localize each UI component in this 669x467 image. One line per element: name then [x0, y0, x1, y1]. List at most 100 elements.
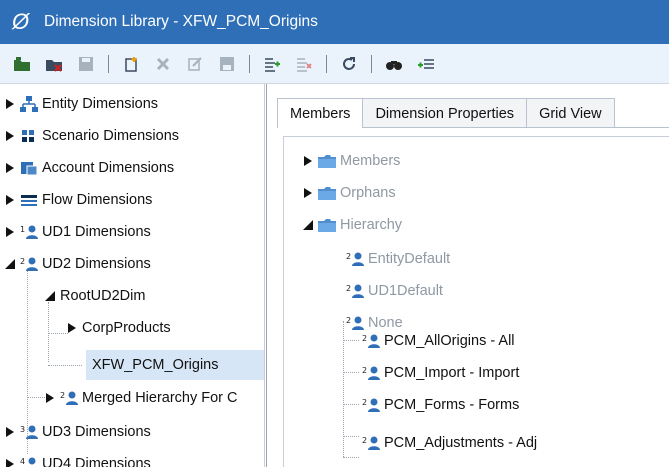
- tree-connector: [343, 457, 359, 458]
- svg-text:2: 2: [346, 316, 351, 325]
- tree-connector: [343, 436, 359, 437]
- member-node-hierarchy[interactable]: Hierarchy: [302, 211, 402, 239]
- member-pcm-allorigins[interactable]: 2 PCM_AllOrigins - All: [362, 327, 515, 355]
- folder-icon: [318, 185, 336, 201]
- expand-arrow-icon[interactable]: [4, 98, 16, 110]
- ud3-user-dimension-icon: 3: [20, 424, 38, 440]
- member-node-orphans[interactable]: Orphans: [302, 179, 396, 207]
- delete-icon[interactable]: [151, 52, 175, 76]
- expand-arrow-icon[interactable]: [302, 187, 314, 199]
- svg-text:3: 3: [20, 425, 25, 434]
- svg-text:1: 1: [20, 225, 25, 234]
- tree-connector: [343, 404, 359, 405]
- dimension-tree: Entity Dimensions Scenario Dimensions Ac…: [0, 84, 265, 467]
- tree-item-account-dimensions[interactable]: Account Dimensions: [4, 154, 174, 182]
- title-bar: Ø Dimension Library - XFW_PCM_Origins: [0, 0, 669, 44]
- toolbar-separator: [326, 54, 327, 73]
- tree-item-rootud2dim[interactable]: RootUD2Dim: [44, 282, 145, 310]
- svg-text:2: 2: [346, 284, 351, 293]
- expand-arrow-icon[interactable]: [4, 426, 16, 438]
- tree-item-xfw-pcm-origins[interactable]: XFW_PCM_Origins: [86, 350, 264, 380]
- tree-connector: [343, 372, 359, 373]
- tree-item-ud3-dimensions[interactable]: 3 UD3 Dimensions: [4, 418, 151, 446]
- member-pcm-import[interactable]: 2 PCM_Import - Import: [362, 359, 519, 387]
- search-icon[interactable]: [382, 52, 406, 76]
- tree-connector: [48, 365, 82, 366]
- tree-item-entity-dimensions[interactable]: Entity Dimensions: [4, 90, 158, 118]
- expand-arrow-icon[interactable]: [4, 130, 16, 142]
- tree-item-corpproducts[interactable]: CorpProducts: [66, 314, 171, 342]
- tree-connector: [343, 340, 359, 341]
- members-tree: Members Orphans Hierarchy 2 EntityDefaul…: [283, 136, 669, 467]
- member-pcm-forms[interactable]: 2 PCM_Forms - Forms: [362, 391, 519, 419]
- expand-arrow-icon[interactable]: [4, 458, 16, 467]
- save-as-icon[interactable]: [215, 52, 239, 76]
- tab-dimension-properties[interactable]: Dimension Properties: [362, 98, 528, 128]
- ud1-user-dimension-icon: 1: [20, 224, 38, 240]
- ud2-member-icon: 2: [346, 283, 364, 299]
- tree-item-scenario-dimensions[interactable]: Scenario Dimensions: [4, 122, 179, 150]
- delete-folder-icon[interactable]: [42, 52, 66, 76]
- expand-arrow-icon[interactable]: [4, 162, 16, 174]
- expand-arrow-icon[interactable]: [4, 194, 16, 206]
- open-folder-icon[interactable]: [10, 52, 34, 76]
- edit-icon[interactable]: [183, 52, 207, 76]
- add-rows-icon[interactable]: [414, 52, 438, 76]
- svg-text:2: 2: [362, 436, 367, 445]
- tree-item-ud4-dimensions[interactable]: 4 UD4 Dimensions: [4, 450, 151, 467]
- toolbar: [0, 44, 669, 84]
- toolbar-separator: [371, 54, 372, 73]
- tree-item-ud1-dimensions[interactable]: 1 UD1 Dimensions: [4, 218, 151, 246]
- expand-arrow-icon[interactable]: [44, 392, 56, 404]
- tree-item-flow-dimensions[interactable]: Flow Dimensions: [4, 186, 152, 214]
- svg-text:2: 2: [362, 366, 367, 375]
- window-title: Dimension Library - XFW_PCM_Origins: [44, 13, 318, 30]
- ud4-user-dimension-icon: 4: [20, 456, 38, 467]
- refresh-icon[interactable]: [337, 52, 361, 76]
- svg-text:2: 2: [60, 391, 65, 400]
- new-member-icon[interactable]: [119, 52, 143, 76]
- folder-icon: [318, 153, 336, 169]
- member-node-members[interactable]: Members: [302, 147, 400, 175]
- ud2-member-icon: 2: [346, 251, 364, 267]
- expand-arrow-icon[interactable]: [66, 322, 78, 334]
- ud2-member-icon: 2: [362, 333, 380, 349]
- flow-dimension-icon: [20, 192, 38, 208]
- ud2-user-dimension-icon: 2: [60, 390, 78, 406]
- tree-item-merged-hierarchy[interactable]: 2 Merged Hierarchy For C: [44, 384, 238, 412]
- svg-text:2: 2: [346, 252, 351, 261]
- scenario-dimension-icon: [20, 128, 38, 144]
- svg-text:2: 2: [362, 334, 367, 343]
- svg-text:2: 2: [20, 257, 25, 266]
- tab-strip: Members Dimension Properties Grid View: [277, 98, 615, 128]
- collapse-arrow-icon[interactable]: [302, 219, 314, 231]
- member-ud1default[interactable]: 2 UD1Default: [346, 277, 443, 305]
- tree-connector: [48, 302, 49, 362]
- member-pcm-adjustments[interactable]: 2 PCM_Adjustments - Adj: [362, 429, 537, 457]
- expand-arrow-icon[interactable]: [4, 226, 16, 238]
- app-logo-icon: Ø: [12, 9, 30, 34]
- member-entitydefault[interactable]: 2 EntityDefault: [346, 245, 450, 273]
- remove-icon[interactable]: [292, 52, 316, 76]
- ud2-member-icon: 2: [362, 365, 380, 381]
- save-icon[interactable]: [74, 52, 98, 76]
- account-dimension-icon: [20, 160, 38, 176]
- tree-item-ud2-dimensions[interactable]: 2 UD2 Dimensions: [4, 250, 151, 278]
- folder-icon: [318, 217, 336, 233]
- svg-text:4: 4: [20, 457, 25, 466]
- ud2-member-icon: 2: [362, 435, 380, 451]
- tab-grid-view[interactable]: Grid View: [526, 98, 615, 128]
- toolbar-separator: [249, 54, 250, 73]
- collapse-arrow-icon[interactable]: [4, 258, 16, 270]
- expand-arrow-icon[interactable]: [302, 155, 314, 167]
- toolbar-separator: [108, 54, 109, 73]
- ud2-member-icon: 2: [362, 397, 380, 413]
- svg-text:2: 2: [362, 398, 367, 407]
- tab-members[interactable]: Members: [277, 98, 364, 128]
- tree-connector: [48, 333, 68, 334]
- details-panel: Members Dimension Properties Grid View M…: [266, 84, 669, 467]
- collapse-arrow-icon[interactable]: [44, 290, 56, 302]
- entity-dimension-icon: [20, 96, 38, 112]
- move-in-icon[interactable]: [260, 52, 284, 76]
- ud2-user-dimension-icon: 2: [20, 256, 38, 272]
